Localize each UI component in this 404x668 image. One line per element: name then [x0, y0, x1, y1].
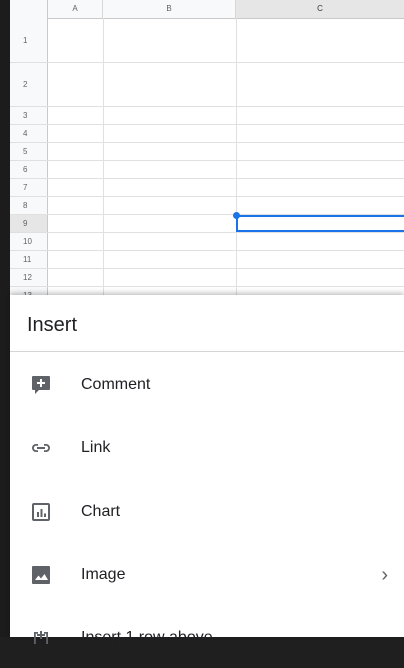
column-header-c[interactable]: C — [236, 0, 404, 18]
row-number[interactable]: 3 — [10, 107, 48, 124]
row-number[interactable]: 4 — [10, 125, 48, 142]
column-header-b[interactable]: B — [103, 0, 236, 18]
image-icon — [29, 563, 53, 587]
menu-item-label: Link — [81, 439, 111, 456]
select-all-corner[interactable] — [10, 0, 48, 18]
menu-item-comment[interactable]: Comment — [10, 355, 404, 415]
row-number[interactable]: 1 — [10, 18, 48, 62]
table-row: 3 — [10, 107, 404, 125]
table-row: 10 — [10, 233, 404, 251]
row-number[interactable]: 11 — [10, 251, 48, 268]
selection-handle[interactable] — [233, 212, 240, 219]
link-icon — [29, 436, 53, 460]
menu-item-label: Chart — [81, 503, 121, 520]
row-number[interactable]: 9 — [10, 215, 48, 232]
row-number[interactable]: 6 — [10, 161, 48, 178]
table-row: 2 — [10, 63, 404, 107]
row-number[interactable]: 2 — [10, 63, 48, 106]
table-row: 8 — [10, 197, 404, 215]
table-row: 11 — [10, 251, 404, 269]
menu-item-link[interactable]: Link — [10, 418, 404, 478]
table-row: 7 — [10, 179, 404, 197]
insert-bottom-sheet: Insert Comment Link Chart Image › Insert… — [10, 295, 404, 646]
table-row: 6 — [10, 161, 404, 179]
row-number[interactable]: 7 — [10, 179, 48, 196]
cell-selection-c9[interactable] — [236, 215, 404, 232]
row-number[interactable]: 8 — [10, 197, 48, 214]
menu-item-chart[interactable]: Chart — [10, 482, 404, 542]
panel-divider — [10, 351, 404, 352]
panel-title: Insert — [27, 314, 78, 336]
add-comment-icon — [29, 373, 53, 397]
column-divider — [236, 18, 237, 295]
menu-item-label: Insert 1 row above — [81, 629, 213, 646]
left-edge — [0, 0, 10, 637]
row-number[interactable]: 13 — [10, 287, 48, 295]
row-number[interactable]: 12 — [10, 269, 48, 286]
chart-icon — [29, 500, 53, 524]
row-number[interactable]: 10 — [10, 233, 48, 250]
table-row: 5 — [10, 143, 404, 161]
column-header-bar: A B C — [10, 0, 404, 19]
column-header-a[interactable]: A — [48, 0, 103, 18]
table-row: 12 — [10, 269, 404, 287]
row-number[interactable]: 5 — [10, 143, 48, 160]
menu-item-insert-row-above[interactable]: Insert 1 row above — [10, 608, 404, 668]
menu-item-label: Image — [81, 566, 126, 583]
table-row: 4 — [10, 125, 404, 143]
column-divider — [103, 18, 104, 295]
table-row: 13 — [10, 287, 404, 295]
table-row: 1 — [10, 18, 404, 63]
spreadsheet-grid[interactable]: A B C 1 2 3 4 5 6 7 8 9 10 11 12 13 — [10, 0, 404, 295]
menu-item-label: Comment — [81, 376, 151, 393]
menu-item-image[interactable]: Image › — [10, 545, 404, 605]
chevron-right-icon: › — [381, 564, 388, 586]
insert-row-above-icon — [29, 626, 53, 650]
